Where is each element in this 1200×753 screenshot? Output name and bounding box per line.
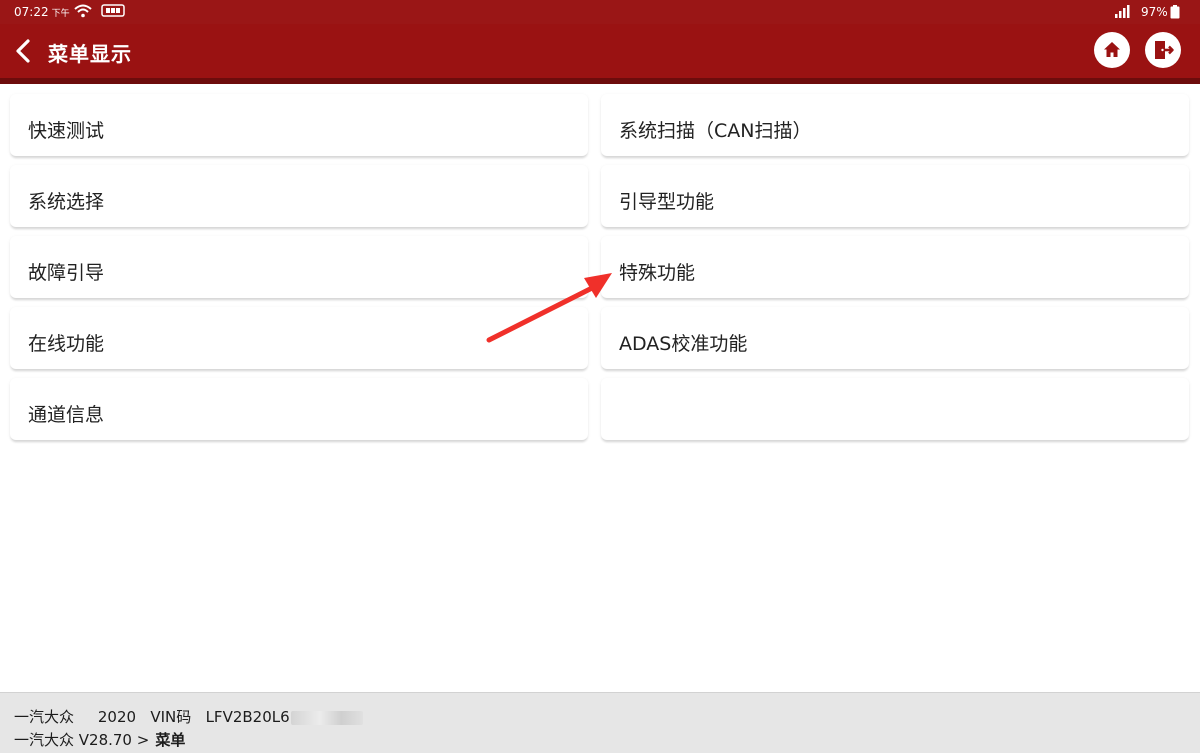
menu-item-label: 在线功能 [28, 333, 105, 355]
vehicle-year: 2020 [97, 708, 137, 726]
breadcrumb-path: 一汽大众 V28.70 > [14, 731, 150, 749]
menu-item-label: 故障引导 [28, 262, 105, 284]
breadcrumb-current: 菜单 [155, 731, 186, 749]
header-shadow [0, 78, 1200, 84]
vehicle-brand: 一汽大众 [14, 708, 75, 726]
menu-item-guided-functions[interactable]: 引导型功能 [601, 165, 1189, 227]
menu-item-quick-test[interactable]: 快速测试 [10, 94, 588, 156]
status-bar: 07:22 下午 97% [0, 0, 1200, 24]
home-button[interactable] [1094, 32, 1130, 68]
menu-item-label: 系统扫描（CAN扫描） [619, 120, 812, 142]
menu-item-label: 系统选择 [28, 191, 105, 213]
wifi-icon [74, 4, 92, 21]
menu-item-online-functions[interactable]: 在线功能 [10, 307, 588, 369]
menu-item-system-select[interactable]: 系统选择 [10, 165, 588, 227]
menu-item-system-scan[interactable]: 系统扫描（CAN扫描） [601, 94, 1189, 156]
vin-value: LFV2B20L6 [205, 708, 290, 726]
menu-item-label: 通道信息 [28, 404, 105, 426]
exit-icon [1155, 41, 1174, 59]
footer-info: 一汽大众 2020 VIN码 LFV2B20L6 一汽大众 V28.70 > 菜单 [0, 692, 1200, 753]
app-header: 菜单显示 [0, 24, 1200, 78]
vehicle-info: 一汽大众 2020 VIN码 LFV2B20L6 [14, 706, 363, 727]
menu-item-channel-info[interactable]: 通道信息 [10, 378, 588, 440]
menu-item-special-functions[interactable]: 特殊功能 [601, 236, 1189, 298]
back-button[interactable] [8, 32, 38, 70]
signal-icon [1114, 5, 1130, 21]
breadcrumb: 一汽大众 V28.70 > 菜单 [14, 729, 185, 750]
battery-percent: 97% [1141, 5, 1168, 19]
menu-item-adas-calibration[interactable]: ADAS校准功能 [601, 307, 1189, 369]
menu-item-label: 引导型功能 [619, 191, 715, 213]
menu-item-label: 快速测试 [28, 120, 105, 142]
menu-item-label: 特殊功能 [619, 262, 696, 284]
battery-icon [1170, 5, 1180, 22]
home-icon [1104, 42, 1120, 57]
menu-item-label: ADAS校准功能 [619, 333, 748, 355]
exit-button[interactable] [1145, 32, 1181, 68]
status-ampm: 下午 [51, 9, 70, 19]
status-time: 07:22 下午 [14, 5, 70, 19]
vin-label: VIN码 [150, 708, 192, 726]
menu-item-fault-guide[interactable]: 故障引导 [10, 236, 588, 298]
menu-item-empty [601, 378, 1189, 440]
page-title: 菜单显示 [48, 42, 132, 66]
device-icon [101, 4, 125, 21]
vin-redaction [290, 710, 363, 725]
chevron-left-icon [16, 39, 30, 63]
